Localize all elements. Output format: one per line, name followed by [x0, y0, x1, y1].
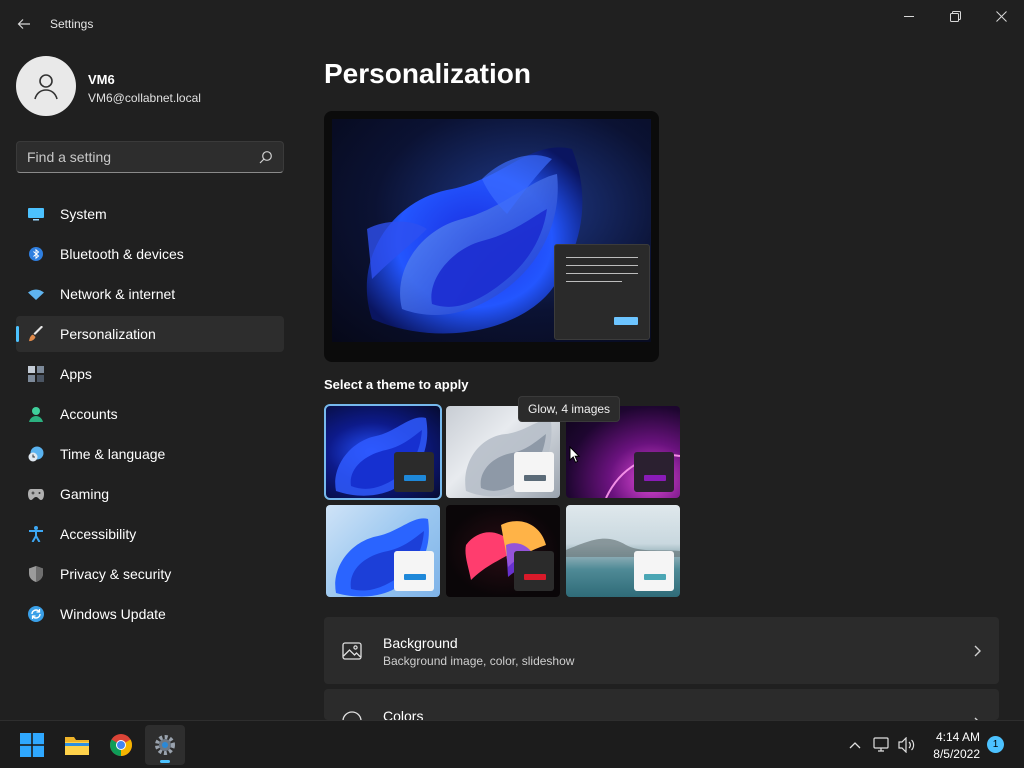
- chevron-right-icon: [974, 645, 981, 657]
- minimize-button[interactable]: [886, 0, 932, 32]
- theme-tooltip: Glow, 4 images: [518, 396, 621, 422]
- sidebar-item-bluetooth[interactable]: Bluetooth & devices: [16, 236, 284, 272]
- sidebar-item-label: Network & internet: [60, 286, 176, 302]
- theme-flow[interactable]: [566, 505, 680, 597]
- sidebar-item-label: Accounts: [60, 406, 118, 422]
- palette-icon: [342, 711, 362, 720]
- bluetooth-icon: [28, 246, 44, 262]
- sidebar-nav: System Bluetooth & devices Network & int…: [16, 196, 284, 636]
- restore-icon: [949, 10, 961, 22]
- mouse-cursor-icon: [569, 446, 581, 463]
- theme-windows-dark[interactable]: [324, 404, 442, 500]
- theme-section-label: Select a theme to apply: [324, 377, 469, 392]
- app-title: Settings: [50, 17, 94, 31]
- sidebar-item-label: Bluetooth & devices: [60, 246, 184, 262]
- clock-date: 8/5/2022: [933, 747, 980, 761]
- sidebar-item-system[interactable]: System: [16, 196, 284, 232]
- image-icon: [342, 642, 362, 660]
- clock-time: 4:14 AM: [935, 730, 980, 744]
- taskbar: 4:14 AM 8/5/2022: [0, 720, 1024, 768]
- preview-window: [554, 244, 650, 340]
- system-display-icon: [28, 206, 44, 222]
- gear-icon: [155, 735, 175, 755]
- taskbar-chrome[interactable]: [101, 725, 141, 765]
- sidebar-item-windows-update[interactable]: Windows Update: [16, 596, 284, 632]
- globe-clock-icon: [28, 446, 44, 462]
- close-icon: [995, 10, 1007, 22]
- back-arrow-icon: [17, 19, 30, 29]
- apps-icon: [28, 366, 44, 382]
- title-bar: Settings: [0, 0, 1024, 48]
- card-title: Background: [383, 635, 458, 651]
- avatar[interactable]: [16, 56, 76, 116]
- gamepad-icon: [28, 486, 44, 502]
- colors-setting-card[interactable]: Colors: [324, 689, 999, 720]
- sidebar-item-label: Apps: [60, 366, 92, 382]
- person-icon: [28, 406, 44, 422]
- back-button[interactable]: [12, 12, 36, 36]
- sidebar-item-time-language[interactable]: Time & language: [16, 436, 284, 472]
- search-input[interactable]: [17, 142, 253, 172]
- sidebar-item-label: Personalization: [60, 326, 156, 342]
- taskbar-settings[interactable]: [145, 725, 185, 765]
- theme-captured-motion[interactable]: [446, 505, 560, 597]
- person-icon: [34, 74, 58, 100]
- theme-preview: [324, 111, 659, 362]
- search-box[interactable]: [16, 141, 284, 173]
- search-icon[interactable]: [259, 150, 273, 164]
- accessibility-icon: [28, 526, 44, 542]
- chevron-up-icon: [849, 742, 861, 749]
- folder-icon: [65, 737, 89, 755]
- show-hidden-icons-button[interactable]: [845, 735, 865, 755]
- card-subtitle: Background image, color, slideshow: [383, 654, 575, 668]
- volume-icon: [898, 737, 915, 753]
- background-setting-card[interactable]: Background Background image, color, slid…: [324, 617, 999, 684]
- notification-badge[interactable]: 1: [987, 736, 1004, 753]
- windows-start-icon: [20, 733, 44, 757]
- paintbrush-icon: [28, 326, 44, 342]
- sidebar-item-apps[interactable]: Apps: [16, 356, 284, 392]
- sidebar-item-label: Gaming: [60, 486, 110, 502]
- start-button[interactable]: [12, 725, 52, 765]
- page-title: Personalization: [324, 58, 531, 89]
- desktop-preview-wallpaper: [332, 119, 651, 342]
- update-icon: [28, 606, 44, 622]
- sidebar-item-label: Windows Update: [60, 606, 166, 622]
- sidebar-item-accounts[interactable]: Accounts: [16, 396, 284, 432]
- sidebar-item-network[interactable]: Network & internet: [16, 276, 284, 312]
- sidebar-item-gaming[interactable]: Gaming: [16, 476, 284, 512]
- close-button[interactable]: [978, 0, 1024, 32]
- theme-windows-bloom-light[interactable]: [326, 505, 440, 597]
- sidebar-item-privacy[interactable]: Privacy & security: [16, 556, 284, 592]
- minimize-icon: [904, 16, 914, 17]
- wifi-icon: [28, 286, 44, 302]
- user-name: VM6: [88, 72, 115, 87]
- sidebar-item-label: Privacy & security: [60, 566, 172, 582]
- volume-tray-button[interactable]: [897, 735, 917, 755]
- user-email: VM6@collabnet.local: [88, 91, 201, 105]
- network-icon: [873, 737, 889, 752]
- network-tray-button[interactable]: [872, 735, 892, 755]
- sidebar-item-accessibility[interactable]: Accessibility: [16, 516, 284, 552]
- sidebar-item-label: System: [60, 206, 107, 222]
- chrome-icon: [110, 734, 132, 756]
- sidebar-item-label: Accessibility: [60, 526, 137, 542]
- card-title: Colors: [383, 708, 424, 720]
- taskbar-file-explorer[interactable]: [57, 725, 97, 765]
- sidebar-item-personalization[interactable]: Personalization: [16, 316, 284, 352]
- restore-button[interactable]: [932, 0, 978, 32]
- shield-icon: [28, 566, 44, 582]
- sidebar-item-label: Time & language: [60, 446, 166, 462]
